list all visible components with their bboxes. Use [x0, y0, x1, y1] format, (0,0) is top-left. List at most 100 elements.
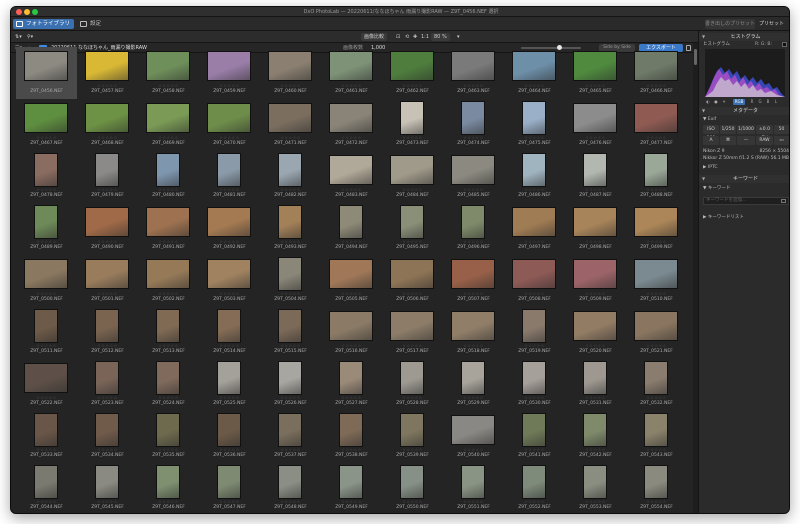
- thumbnail-cell[interactable]: ☆☆☆☆☆ Z9T_0549.NEF: [321, 463, 382, 513]
- thumbnail-image[interactable]: [573, 51, 617, 81]
- rating-stars[interactable]: ☆☆☆☆☆: [16, 135, 77, 140]
- rating-stars[interactable]: ☆☆☆☆☆: [260, 447, 321, 452]
- rating-stars[interactable]: ☆☆☆☆☆: [321, 187, 382, 192]
- rating-stars[interactable]: ☆☆☆☆☆: [443, 395, 504, 400]
- rating-stars[interactable]: ☆☆☆☆☆: [199, 291, 260, 296]
- rating-stars[interactable]: ☆☆☆☆☆: [77, 447, 138, 452]
- thumbnail-cell[interactable]: ☆☆☆☆☆ Z9T_0544.NEF: [16, 463, 77, 513]
- thumbnail-image[interactable]: [583, 413, 607, 447]
- thumbnail-cell[interactable]: ☆☆☆☆☆ Z9T_0462.NEF: [382, 47, 443, 99]
- rating-stars[interactable]: ☆☆☆☆☆: [77, 499, 138, 504]
- thumbnail-cell[interactable]: ☆☆☆☆☆ Z9T_0506.NEF: [382, 255, 443, 307]
- rating-stars[interactable]: ☆☆☆☆☆: [77, 187, 138, 192]
- rating-stars[interactable]: ☆☆☆☆☆: [16, 447, 77, 452]
- thumbnail-image[interactable]: [329, 51, 373, 81]
- thumbnail-image[interactable]: [634, 259, 678, 289]
- thumbnail-cell[interactable]: ☆☆☆☆☆ Z9T_0511.NEF: [16, 307, 77, 359]
- metadata-section-header[interactable]: ▼ メタデータ: [699, 107, 789, 115]
- thumbnail-cell[interactable]: ☆☆☆☆☆ Z9T_0477.NEF: [626, 99, 687, 151]
- close-window-button[interactable]: [16, 9, 22, 15]
- thumbnail-cell[interactable]: ☆☆☆☆☆ Z9T_0483.NEF: [321, 151, 382, 203]
- thumbnail-image[interactable]: [207, 259, 251, 289]
- rating-stars[interactable]: ☆☆☆☆☆: [443, 239, 504, 244]
- filter-icon[interactable]: ⚲▾: [27, 33, 33, 41]
- minimize-window-button[interactable]: [24, 9, 30, 15]
- thumbnail-image[interactable]: [512, 51, 556, 81]
- rating-stars[interactable]: ☆☆☆☆☆: [260, 83, 321, 88]
- rating-stars[interactable]: ☆☆☆☆☆: [382, 395, 443, 400]
- thumbnail-cell[interactable]: ☆☆☆☆☆ Z9T_0535.NEF: [138, 411, 199, 463]
- sun-icon[interactable]: ☀: [721, 99, 727, 105]
- rating-stars[interactable]: ☆☆☆☆☆: [321, 499, 382, 504]
- rating-stars[interactable]: ☆☆☆☆☆: [260, 395, 321, 400]
- thumbnail-image[interactable]: [390, 51, 434, 81]
- thumbnail-image[interactable]: [400, 465, 424, 499]
- rating-stars[interactable]: ☆☆☆☆☆: [382, 291, 443, 296]
- thumbnail-cell[interactable]: ☆☆☆☆☆ Z9T_0499.NEF: [626, 203, 687, 255]
- thumbnail-image[interactable]: [207, 51, 251, 81]
- thumbnail-cell[interactable]: ☆☆☆☆☆ Z9T_0510.NEF: [626, 255, 687, 307]
- export-preset-button[interactable]: 書き出しのプリセット: [705, 19, 755, 29]
- thumbnail-cell[interactable]: ☆☆☆☆☆ Z9T_0486.NEF: [504, 151, 565, 203]
- thumbnail-cell[interactable]: ☆☆☆☆☆ Z9T_0472.NEF: [321, 99, 382, 151]
- thumbnail-image[interactable]: [573, 103, 617, 133]
- thumbnail-cell[interactable]: ☆☆☆☆☆ Z9T_0516.NEF: [321, 307, 382, 359]
- thumbnail-image[interactable]: [156, 413, 180, 447]
- thumbnail-image[interactable]: [339, 465, 363, 499]
- rating-stars[interactable]: ☆☆☆☆☆: [138, 239, 199, 244]
- rating-stars[interactable]: ☆☆☆☆☆: [382, 187, 443, 192]
- rating-stars[interactable]: ☆☆☆☆☆: [77, 83, 138, 88]
- rating-stars[interactable]: ☆☆☆☆☆: [321, 239, 382, 244]
- sort-icon[interactable]: ⇅▾: [15, 33, 22, 41]
- thumbnail-image[interactable]: [461, 465, 485, 499]
- rating-stars[interactable]: ☆☆☆☆☆: [77, 395, 138, 400]
- rating-stars[interactable]: ☆☆☆☆☆: [16, 239, 77, 244]
- keyword-input[interactable]: キーワードを追加...: [703, 197, 789, 205]
- rating-stars[interactable]: ☆☆☆☆☆: [626, 291, 687, 296]
- thumbnail-image[interactable]: [461, 361, 485, 395]
- thumbnail-image[interactable]: [85, 259, 129, 289]
- rating-stars[interactable]: ☆☆☆☆☆: [138, 291, 199, 296]
- rating-stars[interactable]: ☆☆☆☆☆: [260, 343, 321, 348]
- rating-stars[interactable]: ☆☆☆☆☆: [565, 291, 626, 296]
- rating-stars[interactable]: ☆☆☆☆☆: [260, 187, 321, 192]
- thumbnail-cell[interactable]: ☆☆☆☆☆ Z9T_0463.NEF: [443, 47, 504, 99]
- thumbnail-cell[interactable]: ☆☆☆☆☆ Z9T_0525.NEF: [199, 359, 260, 411]
- thumbnail-image[interactable]: [156, 309, 180, 343]
- thumbnail-cell[interactable]: ☆☆☆☆☆ Z9T_0497.NEF: [504, 203, 565, 255]
- thumbnail-image[interactable]: [461, 205, 485, 239]
- tag-icon[interactable]: [781, 199, 786, 203]
- thumbnail-cell[interactable]: ☆☆☆☆☆ Z9T_0464.NEF: [504, 47, 565, 99]
- thumbnail-cell[interactable]: ☆☆☆☆☆ Z9T_0542.NEF: [565, 411, 626, 463]
- rating-stars[interactable]: ☆☆☆☆☆: [443, 343, 504, 348]
- thumbnail-cell[interactable]: ☆☆☆☆☆ Z9T_0479.NEF: [77, 151, 138, 203]
- b-channel-toggle[interactable]: B: [765, 99, 771, 105]
- crop-icon[interactable]: ⊡: [396, 33, 400, 41]
- thumbnail-image[interactable]: [278, 257, 302, 291]
- iptc-subsection[interactable]: ▶ IPTC: [703, 165, 789, 171]
- rating-stars[interactable]: ☆☆☆☆☆: [382, 343, 443, 348]
- thumbnail-cell[interactable]: ☆☆☆☆☆ Z9T_0457.NEF: [77, 47, 138, 99]
- thumbnail-image[interactable]: [390, 311, 434, 341]
- rating-stars[interactable]: ☆☆☆☆☆: [138, 187, 199, 192]
- keywords-section-header[interactable]: ▼ キーワード: [699, 175, 789, 183]
- thumbnail-image[interactable]: [400, 413, 424, 447]
- thumbnail-image[interactable]: [146, 207, 190, 237]
- rating-stars[interactable]: ☆☆☆☆☆: [443, 83, 504, 88]
- thumbnail-cell[interactable]: ☆☆☆☆☆ Z9T_0469.NEF: [138, 99, 199, 151]
- thumbnail-cell[interactable]: ☆☆☆☆☆ Z9T_0508.NEF: [504, 255, 565, 307]
- thumbnail-image[interactable]: [156, 465, 180, 499]
- rating-stars[interactable]: ☆☆☆☆☆: [626, 187, 687, 192]
- thumbnail-cell[interactable]: ☆☆☆☆☆ Z9T_0518.NEF: [443, 307, 504, 359]
- thumbnail-image[interactable]: [644, 465, 668, 499]
- thumbnail-image[interactable]: [24, 363, 68, 393]
- thumbnail-cell[interactable]: ☆☆☆☆☆ Z9T_0476.NEF: [565, 99, 626, 151]
- thumbnail-image[interactable]: [156, 361, 180, 395]
- rating-stars[interactable]: ☆☆☆☆☆: [138, 395, 199, 400]
- rating-stars[interactable]: ☆☆☆☆☆: [16, 291, 77, 296]
- thumbnail-image[interactable]: [339, 361, 363, 395]
- rating-stars[interactable]: ☆☆☆☆☆: [199, 239, 260, 244]
- thumbnail-image[interactable]: [583, 465, 607, 499]
- rating-stars[interactable]: ☆☆☆☆☆: [138, 343, 199, 348]
- rating-stars[interactable]: ☆☆☆☆☆: [138, 499, 199, 504]
